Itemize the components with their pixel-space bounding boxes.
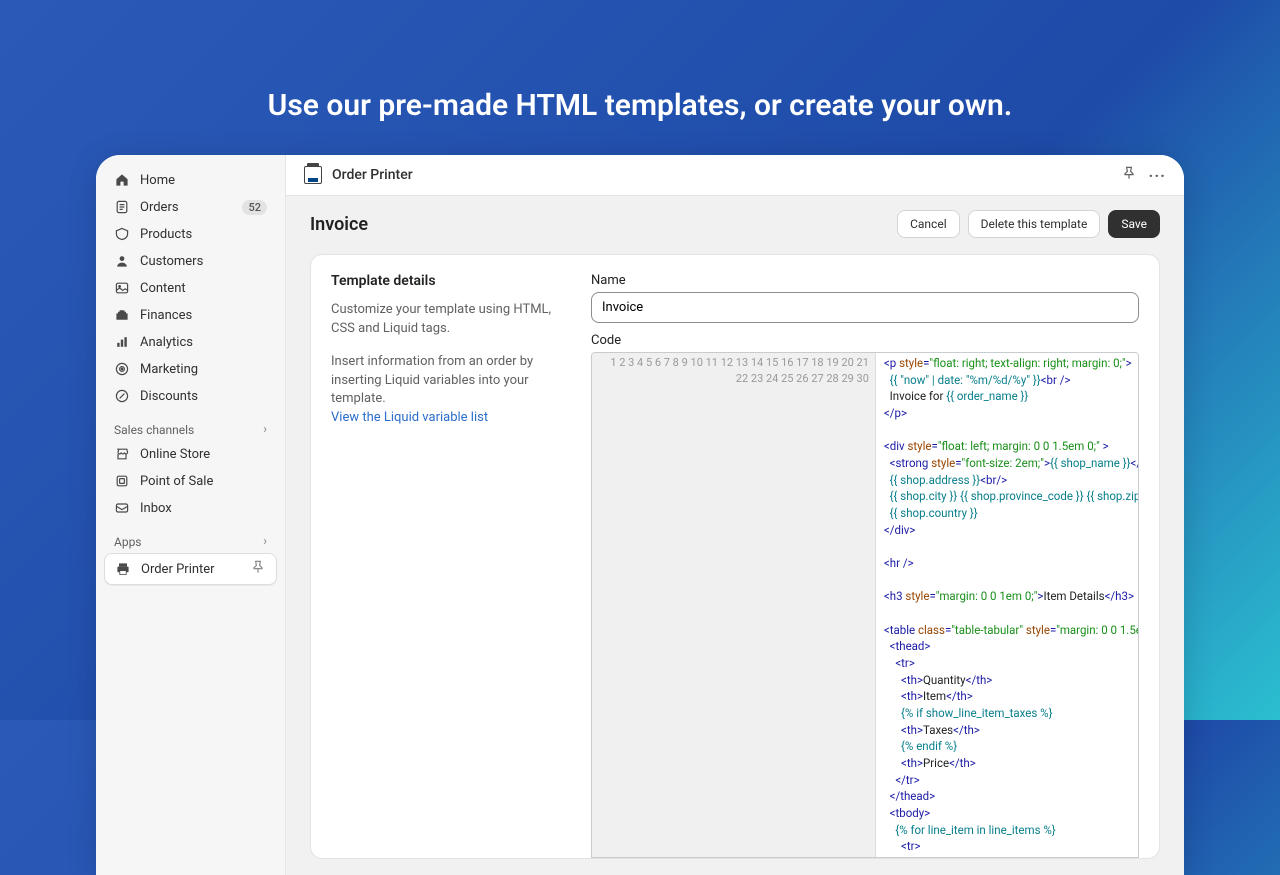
analytics-icon: [114, 334, 130, 350]
delete-template-button[interactable]: Delete this template: [968, 210, 1101, 238]
sidebar-item-label: Finances: [140, 308, 267, 323]
sidebar-item-home[interactable]: Home: [104, 167, 277, 193]
name-label: Name: [591, 273, 1139, 288]
apps-label: Apps: [114, 535, 142, 549]
sidebar-item-label: Inbox: [140, 501, 267, 516]
sidebar-item-label: Orders: [140, 200, 232, 215]
panel-description: Template details Customize your template…: [311, 255, 591, 858]
pin-icon: [250, 559, 266, 579]
sidebar-item-label: Customers: [140, 254, 267, 269]
sidebar-item-inbox[interactable]: Inbox: [104, 495, 277, 521]
more-icon[interactable]: ···: [1149, 166, 1166, 185]
finances-icon: [114, 307, 130, 323]
store-icon: [114, 446, 130, 462]
sidebar-item-label: Home: [140, 173, 267, 188]
customers-icon: [114, 253, 130, 269]
pos-icon: [114, 473, 130, 489]
cancel-button[interactable]: Cancel: [897, 210, 960, 238]
products-icon: [114, 226, 130, 242]
code-body[interactable]: <p style="float: right; text-align: righ…: [876, 353, 1138, 857]
sidebar-item-online-store[interactable]: Online Store: [104, 441, 277, 467]
sidebar-item-label: Discounts: [140, 389, 267, 404]
apps-heading[interactable]: Apps ›: [104, 522, 277, 553]
sidebar-item-discounts[interactable]: Discounts: [104, 383, 277, 409]
page-title: Invoice: [310, 214, 368, 235]
discounts-icon: [114, 388, 130, 404]
sidebar-item-customers[interactable]: Customers: [104, 248, 277, 274]
sidebar-item-point-of-sale[interactable]: Point of Sale: [104, 468, 277, 494]
liquid-variables-link[interactable]: View the Liquid variable list: [331, 410, 488, 425]
sidebar-item-analytics[interactable]: Analytics: [104, 329, 277, 355]
panel-heading: Template details: [331, 273, 571, 289]
template-name-input[interactable]: [591, 292, 1139, 323]
marketing-icon: [114, 361, 130, 377]
code-label: Code: [591, 333, 1139, 348]
sidebar-item-order-printer[interactable]: Order Printer: [104, 553, 277, 585]
app-title: Order Printer: [332, 167, 413, 183]
sidebar-item-finances[interactable]: Finances: [104, 302, 277, 328]
sales-channels-label: Sales channels: [114, 423, 194, 437]
app-printer-icon: [304, 166, 322, 184]
code-gutter: 1 2 3 4 5 6 7 8 9 10 11 12 13 14 15 16 1…: [592, 353, 876, 857]
save-button[interactable]: Save: [1108, 210, 1160, 238]
sidebar-item-label: Marketing: [140, 362, 267, 377]
template-panel: Template details Customize your template…: [310, 254, 1160, 859]
sidebar-item-orders[interactable]: Orders 52: [104, 194, 277, 220]
code-editor[interactable]: 1 2 3 4 5 6 7 8 9 10 11 12 13 14 15 16 1…: [591, 352, 1139, 858]
sidebar-item-label: Content: [140, 281, 267, 296]
sidebar-item-label: Order Printer: [141, 562, 240, 577]
pin-icon[interactable]: [1121, 165, 1137, 185]
page-header: Invoice Cancel Delete this template Save: [286, 196, 1184, 254]
orders-icon: [114, 199, 130, 215]
sidebar: Home Orders 52 Products Customers Content Fina…: [96, 155, 286, 875]
sidebar-item-content[interactable]: Content: [104, 275, 277, 301]
panel-desc-2: Insert information from an order by inse…: [331, 354, 533, 407]
sidebar-item-marketing[interactable]: Marketing: [104, 356, 277, 382]
inbox-icon: [114, 500, 130, 516]
chevron-right-icon: ›: [263, 534, 267, 549]
sidebar-item-label: Point of Sale: [140, 474, 267, 489]
printer-icon: [115, 561, 131, 577]
topbar: Order Printer ···: [286, 155, 1184, 196]
panel-desc-1: Customize your template using HTML, CSS …: [331, 301, 571, 339]
sidebar-badge: 52: [242, 200, 267, 215]
sidebar-item-label: Online Store: [140, 447, 267, 462]
sidebar-item-products[interactable]: Products: [104, 221, 277, 247]
content-icon: [114, 280, 130, 296]
chevron-right-icon: ›: [263, 422, 267, 437]
marketing-headline: Use our pre-made HTML templates, or crea…: [0, 0, 1280, 155]
sales-channels-heading[interactable]: Sales channels ›: [104, 410, 277, 441]
sidebar-item-label: Products: [140, 227, 267, 242]
home-icon: [114, 172, 130, 188]
sidebar-item-label: Analytics: [140, 335, 267, 350]
main-region: Order Printer ··· Invoice Cancel Delete …: [286, 155, 1184, 875]
app-frame: Home Orders 52 Products Customers Content Fina…: [96, 155, 1184, 875]
